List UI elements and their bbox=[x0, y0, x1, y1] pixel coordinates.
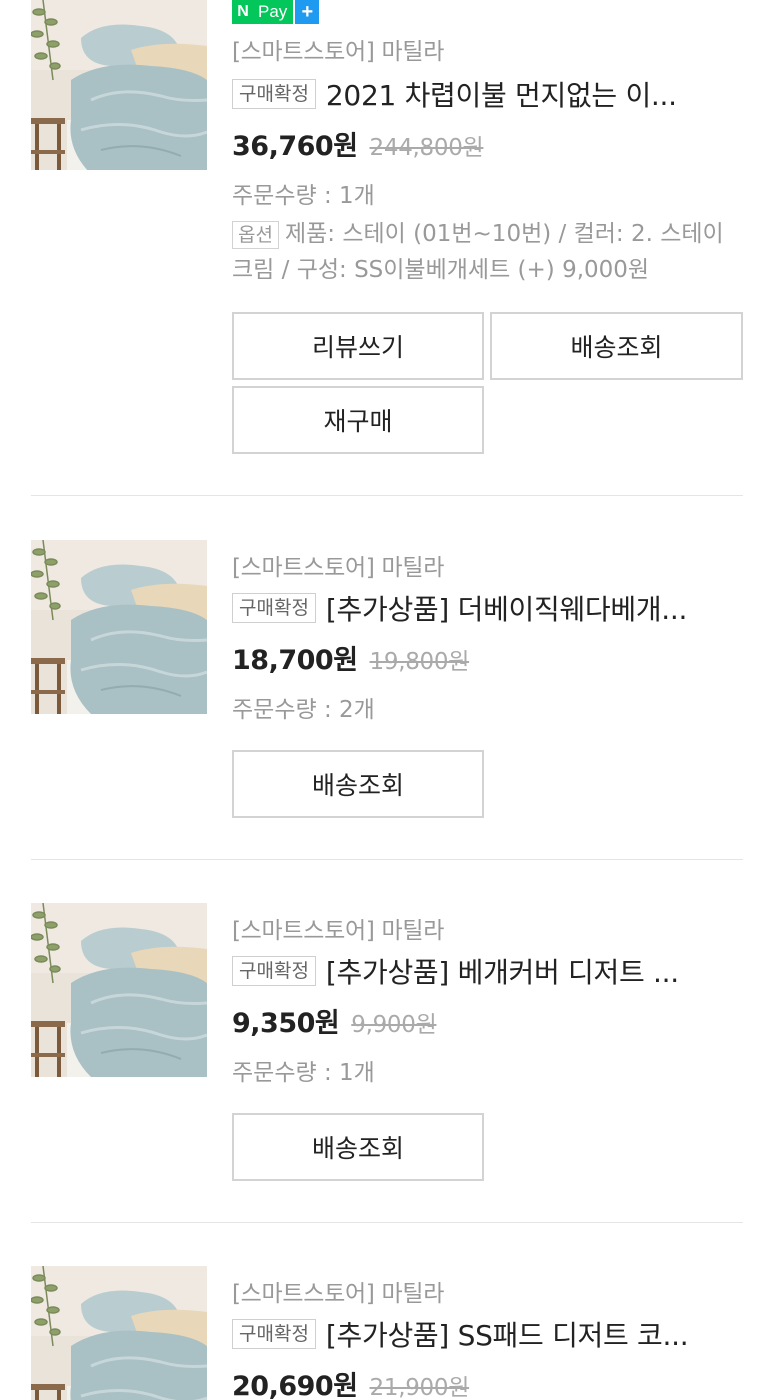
status-badge: 구매확정 bbox=[232, 1319, 316, 1349]
sale-price: 20,690원 bbox=[232, 1371, 358, 1400]
write-review-button[interactable]: 리뷰쓰기 bbox=[232, 312, 484, 380]
title-row[interactable]: 구매확정 [추가상품] SS패드 디저트 코... bbox=[232, 1316, 743, 1352]
price-row: 18,700원 19,800원 bbox=[232, 638, 469, 677]
product-title[interactable]: [추가상품] 더베이직웨다베개... bbox=[326, 588, 687, 628]
npay-n-icon: N bbox=[232, 0, 254, 24]
status-badge: 구매확정 bbox=[232, 956, 316, 986]
original-price: 21,900원 bbox=[369, 1375, 470, 1400]
product-thumbnail[interactable] bbox=[31, 1266, 207, 1400]
status-badge: 구매확정 bbox=[232, 79, 316, 109]
divider bbox=[31, 859, 743, 860]
original-price: 244,800원 bbox=[369, 135, 484, 161]
product-thumbnail[interactable] bbox=[31, 540, 207, 714]
store-name[interactable]: [스마트스토어] 마틸라 bbox=[232, 1274, 444, 1308]
bedding-photo bbox=[31, 540, 207, 714]
title-row[interactable]: 구매확정 2021 차렵이불 먼지없는 이... bbox=[232, 76, 743, 112]
product-thumbnail[interactable] bbox=[31, 903, 207, 1077]
order-quantity: 주문수량 : 1개 bbox=[232, 183, 375, 209]
original-price: 9,900원 bbox=[351, 1012, 437, 1038]
price-row: 36,760원 244,800원 bbox=[232, 124, 484, 163]
status-badge: 구매확정 bbox=[232, 593, 316, 623]
original-price: 19,800원 bbox=[369, 649, 470, 675]
option-info: 옵션 제품: 스테이 (01번~10번) / 컬러: 2. 스테이 크림 / 구성… bbox=[232, 216, 742, 288]
store-name[interactable]: [스마트스토어] 마틸라 bbox=[232, 32, 444, 66]
product-title[interactable]: [추가상품] SS패드 디저트 코... bbox=[326, 1314, 688, 1354]
product-thumbnail[interactable] bbox=[31, 0, 207, 170]
plus-icon: + bbox=[295, 0, 320, 24]
bedding-photo bbox=[31, 1266, 207, 1400]
title-row[interactable]: 구매확정 [추가상품] 베개커버 디저트 ... bbox=[232, 953, 743, 989]
price-row: 20,690원 21,900원 bbox=[232, 1364, 469, 1400]
sale-price: 36,760원 bbox=[232, 131, 358, 162]
price-row: 9,350원 9,900원 bbox=[232, 1001, 437, 1040]
track-delivery-button[interactable]: 배송조회 bbox=[232, 1113, 484, 1181]
repurchase-button[interactable]: 재구매 bbox=[232, 386, 484, 454]
bedding-photo bbox=[31, 0, 207, 170]
sale-price: 18,700원 bbox=[232, 645, 358, 676]
store-name[interactable]: [스마트스토어] 마틸라 bbox=[232, 548, 444, 582]
divider bbox=[31, 1222, 743, 1223]
order-quantity: 주문수량 : 1개 bbox=[232, 1060, 375, 1086]
npay-plus-badge: N Pay + bbox=[232, 0, 320, 24]
option-badge: 옵션 bbox=[232, 221, 279, 249]
title-row[interactable]: 구매확정 [추가상품] 더베이직웨다베개... bbox=[232, 590, 743, 626]
product-title[interactable]: 2021 차렵이불 먼지없는 이... bbox=[326, 74, 677, 114]
bedding-photo bbox=[31, 903, 207, 1077]
store-name[interactable]: [스마트스토어] 마틸라 bbox=[232, 911, 444, 945]
track-delivery-button[interactable]: 배송조회 bbox=[490, 312, 743, 380]
sale-price: 9,350원 bbox=[232, 1008, 340, 1039]
track-delivery-button[interactable]: 배송조회 bbox=[232, 750, 484, 818]
product-title[interactable]: [추가상품] 베개커버 디저트 ... bbox=[326, 951, 679, 991]
order-quantity: 주문수량 : 2개 bbox=[232, 697, 375, 723]
divider bbox=[31, 495, 743, 496]
option-text: 제품: 스테이 (01번~10번) / 컬러: 2. 스테이 크림 / 구성: … bbox=[232, 221, 724, 283]
npay-pay-label: Pay bbox=[254, 0, 294, 24]
